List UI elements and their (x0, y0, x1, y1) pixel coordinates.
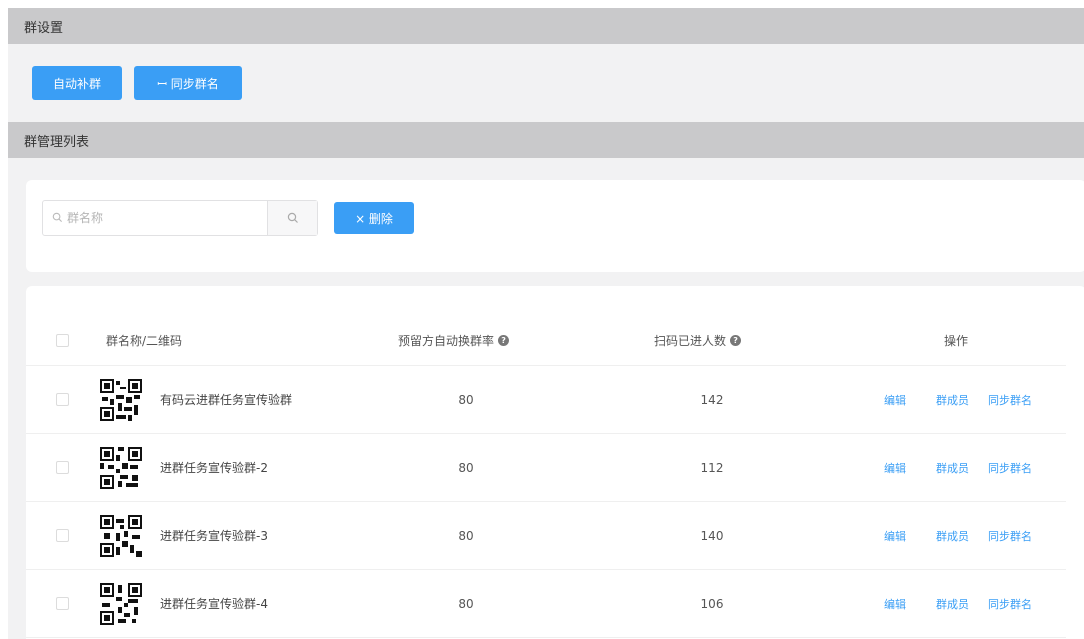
row-checkbox[interactable] (56, 461, 69, 474)
row-threshold: 80 (458, 460, 474, 475)
header-actions: 操作 (944, 334, 969, 348)
info-icon[interactable]: ? (498, 335, 510, 346)
select-all-checkbox[interactable] (56, 334, 69, 347)
search-button-icon (287, 212, 298, 223)
group-members-link[interactable]: 群成员 (936, 434, 969, 501)
list-section-title: 群管理列表 (24, 134, 90, 150)
auto-fill-group-button[interactable]: 自动补群 (32, 66, 122, 100)
row-count: 112 (700, 460, 724, 475)
row-checkbox[interactable] (56, 597, 69, 610)
group-name: 进群任务宣传验群-3 (160, 529, 268, 543)
group-members-link[interactable]: 群成员 (936, 366, 969, 433)
toolbar: 自动补群 ꟷ 同步群名 (8, 44, 1084, 122)
qr-code-image (100, 379, 142, 421)
info-icon[interactable]: ? (730, 335, 742, 346)
qr-code-image (100, 447, 142, 489)
settings-section-header: 群设置 (8, 8, 1084, 44)
row-threshold: 80 (458, 528, 474, 543)
sync-name-link[interactable]: 同步群名 (988, 434, 1032, 501)
group-members-link[interactable]: 群成员 (936, 570, 969, 637)
sync-name-link[interactable]: 同步群名 (988, 366, 1032, 433)
row-checkbox[interactable] (56, 529, 69, 542)
row-threshold: 80 (458, 596, 474, 611)
table-header-row: 群名称/二维码 预留方自动换群率 ? 扫码已进人数 ? 操作 (26, 316, 1066, 366)
row-threshold: 80 (458, 392, 474, 407)
list-section-header: 群管理列表 (8, 122, 1084, 158)
row-count: 140 (700, 528, 724, 543)
settings-section-title: 群设置 (24, 20, 64, 36)
header-count: 扫码已进人数 ? (654, 316, 742, 365)
delete-button[interactable]: × 删除 (334, 202, 414, 234)
group-members-link[interactable]: 群成员 (936, 502, 969, 569)
header-threshold-label: 预留方自动换群率 (398, 334, 495, 348)
sync-group-name-button[interactable]: ꟷ 同步群名 (134, 66, 242, 100)
table-row: 进群任务宣传验群-2 80 112 编辑 群成员 同步群名 (26, 434, 1066, 502)
sync-name-link[interactable]: 同步群名 (988, 570, 1032, 637)
edit-link[interactable]: 编辑 (884, 434, 906, 501)
qr-code-image (100, 583, 142, 625)
group-name: 进群任务宣传验群-2 (160, 461, 268, 475)
row-count: 106 (700, 596, 724, 611)
table-row: 进群任务宣传验群-4 80 106 编辑 群成员 同步群名 (26, 570, 1066, 638)
group-name: 有码云进群任务宣传验群 (160, 393, 293, 407)
group-table: 群名称/二维码 预留方自动换群率 ? 扫码已进人数 ? 操作 有码云进群任务宣传… (26, 286, 1084, 639)
search-box (42, 200, 318, 236)
edit-link[interactable]: 编辑 (884, 570, 906, 637)
search-icon (52, 212, 63, 223)
edit-link[interactable]: 编辑 (884, 366, 906, 433)
qr-code-image (100, 515, 142, 557)
header-threshold: 预留方自动换群率 ? (398, 316, 510, 365)
search-button[interactable] (267, 201, 317, 235)
search-input[interactable] (43, 201, 267, 235)
row-count: 142 (700, 392, 724, 407)
search-card: × 删除 (26, 180, 1084, 272)
header-count-label: 扫码已进人数 (654, 334, 727, 348)
header-qr: 群名称/二维码 (106, 334, 183, 348)
row-checkbox[interactable] (56, 393, 69, 406)
table-row: 进群任务宣传验群-3 80 140 编辑 群成员 同步群名 (26, 502, 1066, 570)
table-row: 有码云进群任务宣传验群 80 142 编辑 群成员 同步群名 (26, 366, 1066, 434)
group-name: 进群任务宣传验群-4 (160, 597, 268, 611)
sync-name-link[interactable]: 同步群名 (988, 502, 1032, 569)
edit-link[interactable]: 编辑 (884, 502, 906, 569)
